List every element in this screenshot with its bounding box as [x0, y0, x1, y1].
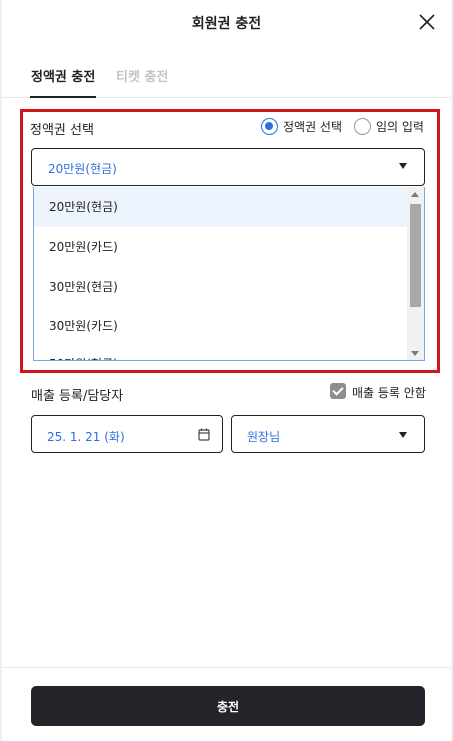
radio-custom-input-dot[interactable] — [354, 118, 371, 135]
calendar-icon[interactable] — [198, 428, 210, 441]
scroll-up-arrow-icon[interactable] — [411, 192, 419, 197]
tab-bar: 정액권 충전 티켓 충전 — [2, 46, 451, 98]
dialog-header: 회원권 충전 — [2, 0, 451, 46]
voucher-select-value: 20만원(현금) — [48, 162, 117, 176]
chevron-down-icon — [399, 432, 407, 438]
footer-divider — [2, 667, 451, 668]
dropdown-option[interactable]: 20만원(카드) — [34, 227, 407, 267]
voucher-select[interactable]: 20만원(현금) — [31, 148, 425, 186]
no-sales-register-label: 매출 등록 안함 — [352, 386, 426, 400]
charge-button-label: 충전 — [216, 700, 240, 714]
charge-dialog: 회원권 충전 정액권 충전 티켓 충전 정액권 선택 정액권 선택 임의 입력 … — [2, 0, 451, 741]
close-icon[interactable] — [417, 12, 437, 32]
tab-ticket-charge[interactable]: 티켓 충전 — [116, 66, 168, 85]
chevron-down-icon — [399, 163, 407, 169]
scroll-thumb[interactable] — [410, 204, 421, 307]
radio-custom-input[interactable]: 임의 입력 — [354, 118, 424, 135]
radio-custom-input-label: 임의 입력 — [376, 120, 424, 134]
staff-value: 원장님 — [247, 430, 281, 444]
voucher-select-label: 정액권 선택 — [30, 123, 94, 138]
date-value: 25. 1. 21 (화) — [47, 430, 125, 444]
scroll-down-arrow-icon[interactable] — [411, 351, 419, 356]
active-tab-indicator — [30, 96, 96, 98]
no-sales-register-checkbox[interactable] — [330, 383, 346, 399]
charge-button[interactable]: 충전 — [31, 686, 425, 726]
voucher-dropdown-list: 20만원(현금) 20만원(카드) 30만원(현금) 30만원(카드) 50만원… — [33, 187, 425, 361]
dropdown-option[interactable]: 30만원(현금) — [34, 267, 407, 307]
dropdown-option[interactable]: 50만원(현금) — [34, 344, 407, 360]
sales-staff-label: 매출 등록/담당자 — [31, 389, 124, 404]
radio-voucher-select-dot[interactable] — [261, 118, 278, 135]
dropdown-option[interactable]: 20만원(현금) — [34, 187, 407, 227]
date-field[interactable]: 25. 1. 21 (화) — [31, 415, 223, 453]
radio-voucher-select[interactable]: 정액권 선택 — [261, 118, 342, 135]
dialog-title: 회원권 충전 — [191, 16, 262, 32]
staff-select[interactable]: 원장님 — [231, 415, 425, 453]
tab-voucher-charge[interactable]: 정액권 충전 — [31, 66, 95, 85]
radio-voucher-select-label: 정액권 선택 — [283, 120, 343, 134]
dropdown-option[interactable]: 30만원(카드) — [34, 306, 407, 346]
dropdown-scrollbar[interactable] — [407, 187, 424, 360]
